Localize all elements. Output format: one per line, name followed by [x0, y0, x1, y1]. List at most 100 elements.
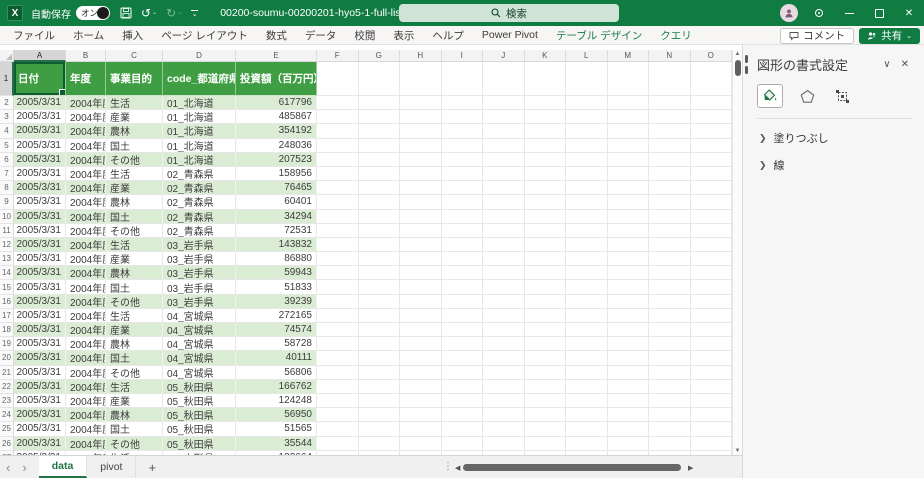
- row-header[interactable]: 13: [0, 252, 14, 267]
- cell[interactable]: [317, 436, 359, 451]
- cell[interactable]: [566, 436, 608, 451]
- cell[interactable]: 2004年度: [66, 294, 106, 309]
- cell[interactable]: 248036: [236, 138, 317, 153]
- cell[interactable]: 産業: [106, 181, 163, 196]
- cell[interactable]: [607, 408, 649, 423]
- row-header[interactable]: 8: [0, 181, 14, 196]
- cell[interactable]: [566, 379, 608, 394]
- cell[interactable]: [483, 138, 525, 153]
- pane-grip[interactable]: [745, 55, 748, 74]
- cell[interactable]: 2004年度: [66, 195, 106, 210]
- cell[interactable]: [566, 266, 608, 281]
- cell[interactable]: [441, 365, 483, 380]
- cell[interactable]: 86880: [236, 252, 317, 267]
- cell[interactable]: [524, 280, 566, 295]
- sheet-tab-pivot[interactable]: pivot: [87, 456, 137, 478]
- cell[interactable]: [317, 365, 359, 380]
- cell[interactable]: 01_北海道: [163, 138, 236, 153]
- cell[interactable]: [358, 280, 400, 295]
- excel-logo-icon[interactable]: X: [7, 5, 23, 21]
- cell[interactable]: 60401: [236, 195, 317, 210]
- cell[interactable]: [649, 294, 691, 309]
- cell[interactable]: 01_北海道: [163, 152, 236, 167]
- cell[interactable]: [690, 294, 732, 309]
- column-header[interactable]: J: [483, 50, 525, 62]
- cell[interactable]: [649, 62, 691, 96]
- cell[interactable]: [690, 351, 732, 366]
- account-avatar[interactable]: [774, 0, 804, 26]
- cell[interactable]: 国土: [106, 351, 163, 366]
- cell[interactable]: 国土: [106, 209, 163, 224]
- cell[interactable]: [400, 294, 442, 309]
- cell[interactable]: [607, 365, 649, 380]
- column-header[interactable]: O: [690, 50, 732, 62]
- cell[interactable]: [358, 181, 400, 196]
- cell[interactable]: [400, 166, 442, 182]
- column-header[interactable]: F: [317, 50, 359, 62]
- ribbon-tab[interactable]: 挿入: [113, 26, 152, 44]
- cell[interactable]: [524, 138, 566, 153]
- cell[interactable]: [358, 252, 400, 267]
- cell[interactable]: [690, 422, 732, 437]
- cell[interactable]: 産業: [106, 393, 163, 409]
- cell[interactable]: [483, 110, 525, 125]
- sheet-tab-data[interactable]: data: [38, 456, 88, 478]
- ribbon-tab[interactable]: ヘルプ: [423, 26, 473, 44]
- cell[interactable]: [400, 223, 442, 238]
- cell[interactable]: 03_岩手県: [163, 280, 236, 295]
- cell[interactable]: [483, 181, 525, 196]
- cell[interactable]: 国土: [106, 280, 163, 295]
- scroll-left-icon[interactable]: ◀: [455, 464, 460, 472]
- cell[interactable]: 02_青森県: [163, 223, 236, 238]
- cell[interactable]: [441, 280, 483, 295]
- cell[interactable]: 2005/3/31: [14, 337, 66, 352]
- cell[interactable]: 04_宮城県: [163, 351, 236, 366]
- cell[interactable]: 2005/3/31: [14, 195, 66, 210]
- row-header[interactable]: 15: [0, 280, 14, 295]
- cell[interactable]: [566, 252, 608, 267]
- cell[interactable]: [400, 252, 442, 267]
- cell[interactable]: [524, 351, 566, 366]
- cell[interactable]: [441, 252, 483, 267]
- cell[interactable]: [566, 166, 608, 182]
- cell[interactable]: [317, 195, 359, 210]
- restore-button[interactable]: [864, 0, 894, 26]
- cell[interactable]: [607, 209, 649, 224]
- cell[interactable]: [649, 166, 691, 182]
- ribbon-tab[interactable]: ページ レイアウト: [152, 26, 257, 44]
- cell[interactable]: [690, 152, 732, 167]
- cell[interactable]: [358, 138, 400, 153]
- cell[interactable]: その他: [106, 365, 163, 380]
- select-all-corner[interactable]: [0, 50, 14, 62]
- fill-and-line-icon[interactable]: [757, 84, 783, 108]
- effects-icon[interactable]: [796, 84, 818, 108]
- cell[interactable]: [566, 62, 608, 96]
- ribbon-tab[interactable]: 数式: [257, 26, 296, 44]
- column-header[interactable]: G: [358, 50, 400, 62]
- prev-sheet-arrow[interactable]: ‹: [0, 460, 16, 475]
- cell[interactable]: [358, 124, 400, 139]
- cell[interactable]: 2004年度: [66, 152, 106, 167]
- cell[interactable]: 2004年度: [66, 323, 106, 338]
- cell[interactable]: [524, 323, 566, 338]
- cell[interactable]: [441, 308, 483, 323]
- autosave-toggle[interactable]: オン: [76, 6, 110, 20]
- cell[interactable]: 51833: [236, 280, 317, 295]
- cell[interactable]: 2005/3/31: [14, 308, 66, 323]
- cell[interactable]: 03_岩手県: [163, 252, 236, 267]
- cell[interactable]: 124248: [236, 393, 317, 409]
- cell[interactable]: 2004年度: [66, 422, 106, 437]
- cell[interactable]: [566, 323, 608, 338]
- cell[interactable]: [607, 195, 649, 210]
- cell[interactable]: [483, 294, 525, 309]
- cell[interactable]: [649, 308, 691, 323]
- cell[interactable]: [400, 124, 442, 139]
- cell[interactable]: 01_北海道: [163, 124, 236, 139]
- cell[interactable]: [524, 408, 566, 423]
- cell[interactable]: [690, 96, 732, 111]
- cell[interactable]: [317, 422, 359, 437]
- cell[interactable]: 2005/3/31: [14, 266, 66, 281]
- cell[interactable]: 2004年度: [66, 393, 106, 409]
- cell[interactable]: [607, 323, 649, 338]
- cell[interactable]: [649, 124, 691, 139]
